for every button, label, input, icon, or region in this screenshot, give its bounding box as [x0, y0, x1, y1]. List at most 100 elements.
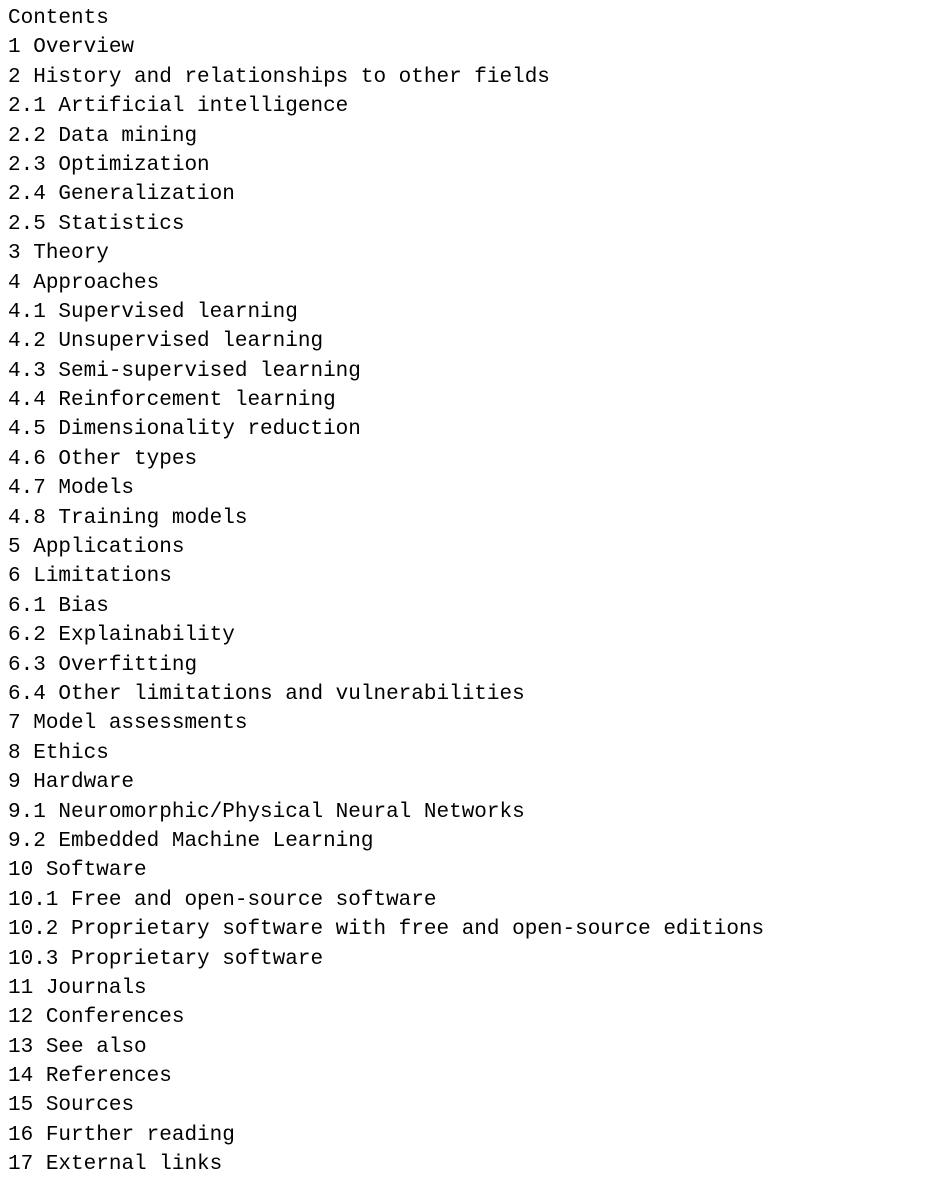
toc-item-title: Dimensionality reduction: [58, 418, 360, 441]
toc-item-title: Hardware: [33, 771, 134, 794]
toc-item[interactable]: 6.3 Overfitting: [8, 651, 928, 680]
toc-item[interactable]: 4.7 Models: [8, 474, 928, 503]
toc-item[interactable]: 6.2 Explainability: [8, 621, 928, 650]
toc-item-number: 10.3: [8, 948, 58, 971]
toc-item-title: Bias: [58, 595, 108, 618]
toc-item-number: 9.1: [8, 801, 46, 824]
toc-item[interactable]: 9 Hardware: [8, 768, 928, 797]
toc-item-number: 2.3: [8, 154, 46, 177]
toc-item[interactable]: 14 References: [8, 1062, 928, 1091]
toc-item[interactable]: 1 Overview: [8, 33, 928, 62]
toc-item-number: 4.2: [8, 330, 46, 353]
toc-item[interactable]: 4.2 Unsupervised learning: [8, 327, 928, 356]
toc-item-number: 4.7: [8, 477, 46, 500]
toc-item-number: 2.4: [8, 183, 46, 206]
toc-item-title: Training models: [58, 507, 247, 530]
toc-item[interactable]: 13 See also: [8, 1033, 928, 1062]
toc-item-title: Limitations: [33, 565, 172, 588]
toc-item-number: 7: [8, 712, 21, 735]
toc-item-number: 4.6: [8, 448, 46, 471]
toc-item-title: Reinforcement learning: [58, 389, 335, 412]
toc-item-title: Conferences: [46, 1006, 185, 1029]
toc-item[interactable]: 10.2 Proprietary software with free and …: [8, 915, 928, 944]
toc-item-number: 4: [8, 272, 21, 295]
toc-item-number: 9: [8, 771, 21, 794]
toc-item-title: Overview: [33, 36, 134, 59]
toc-item[interactable]: 2.1 Artificial intelligence: [8, 92, 928, 121]
toc-item-number: 5: [8, 536, 21, 559]
toc-item-title: Sources: [46, 1094, 134, 1117]
toc-item[interactable]: 5 Applications: [8, 533, 928, 562]
toc-item[interactable]: 3 Theory: [8, 239, 928, 268]
toc-item[interactable]: 6.1 Bias: [8, 592, 928, 621]
toc-item-title: History and relationships to other field…: [33, 66, 550, 89]
toc-item-number: 4.5: [8, 418, 46, 441]
toc-item[interactable]: 4.1 Supervised learning: [8, 298, 928, 327]
toc-item[interactable]: 9.2 Embedded Machine Learning: [8, 827, 928, 856]
toc-item-title: Supervised learning: [58, 301, 297, 324]
toc-item[interactable]: 6.4 Other limitations and vulnerabilitie…: [8, 680, 928, 709]
toc-item-number: 1: [8, 36, 21, 59]
toc-item-number: 8: [8, 742, 21, 765]
toc-item-title: Overfitting: [58, 654, 197, 677]
toc-item[interactable]: 17 External links: [8, 1150, 928, 1179]
toc-item[interactable]: 11 Journals: [8, 974, 928, 1003]
toc-item-title: Semi-supervised learning: [58, 360, 360, 383]
toc-item[interactable]: 8 Ethics: [8, 739, 928, 768]
toc-item[interactable]: 16 Further reading: [8, 1121, 928, 1150]
toc-item-number: 10: [8, 859, 33, 882]
toc-item-title: Optimization: [58, 154, 209, 177]
toc-item[interactable]: 10.3 Proprietary software: [8, 945, 928, 974]
toc-item[interactable]: 2 History and relationships to other fie…: [8, 63, 928, 92]
toc-item-number: 10.1: [8, 889, 58, 912]
toc-item-title: See also: [46, 1036, 147, 1059]
toc-item[interactable]: 10 Software: [8, 856, 928, 885]
toc-item[interactable]: 4 Approaches: [8, 269, 928, 298]
toc-item[interactable]: 2.3 Optimization: [8, 151, 928, 180]
toc-item-number: 6.4: [8, 683, 46, 706]
toc-item-title: Ethics: [33, 742, 109, 765]
toc-item-title: Artificial intelligence: [58, 95, 348, 118]
toc-item[interactable]: 4.6 Other types: [8, 445, 928, 474]
toc-item-title: External links: [46, 1153, 222, 1176]
toc-item[interactable]: 4.5 Dimensionality reduction: [8, 415, 928, 444]
toc-item-title: Embedded Machine Learning: [58, 830, 373, 853]
toc-item[interactable]: 9.1 Neuromorphic/Physical Neural Network…: [8, 798, 928, 827]
toc-item[interactable]: 4.4 Reinforcement learning: [8, 386, 928, 415]
toc-item[interactable]: 15 Sources: [8, 1091, 928, 1120]
toc-item-title: Models: [58, 477, 134, 500]
contents-heading: Contents: [8, 4, 928, 33]
toc-item-title: Neuromorphic/Physical Neural Networks: [58, 801, 524, 824]
toc-item[interactable]: 7 Model assessments: [8, 709, 928, 738]
toc-item-title: Approaches: [33, 272, 159, 295]
toc-item-number: 11: [8, 977, 33, 1000]
toc-item[interactable]: 12 Conferences: [8, 1003, 928, 1032]
toc-item-number: 13: [8, 1036, 33, 1059]
toc-item-title: Further reading: [46, 1124, 235, 1147]
toc-item-number: 12: [8, 1006, 33, 1029]
toc-item[interactable]: 10.1 Free and open-source software: [8, 886, 928, 915]
toc-list: 1 Overview2 History and relationships to…: [8, 33, 928, 1179]
toc-item-number: 16: [8, 1124, 33, 1147]
toc-item[interactable]: 6 Limitations: [8, 562, 928, 591]
toc-item-number: 6.3: [8, 654, 46, 677]
toc-item-number: 15: [8, 1094, 33, 1117]
toc-item[interactable]: 2.2 Data mining: [8, 122, 928, 151]
toc-item-title: Other types: [58, 448, 197, 471]
toc-item[interactable]: 2.4 Generalization: [8, 180, 928, 209]
toc-item-number: 2.1: [8, 95, 46, 118]
toc-item-number: 4.1: [8, 301, 46, 324]
toc-item-title: Applications: [33, 536, 184, 559]
toc-item[interactable]: 4.8 Training models: [8, 504, 928, 533]
toc-item-title: Journals: [46, 977, 147, 1000]
toc-item-number: 4.4: [8, 389, 46, 412]
toc-item-title: Statistics: [58, 213, 184, 236]
toc-item[interactable]: 2.5 Statistics: [8, 210, 928, 239]
toc-item-number: 4.3: [8, 360, 46, 383]
toc-item-title: Theory: [33, 242, 109, 265]
toc-item-number: 4.8: [8, 507, 46, 530]
toc-item-number: 6.2: [8, 624, 46, 647]
toc-item[interactable]: 4.3 Semi-supervised learning: [8, 357, 928, 386]
toc-item-number: 14: [8, 1065, 33, 1088]
toc-item-title: Software: [46, 859, 147, 882]
